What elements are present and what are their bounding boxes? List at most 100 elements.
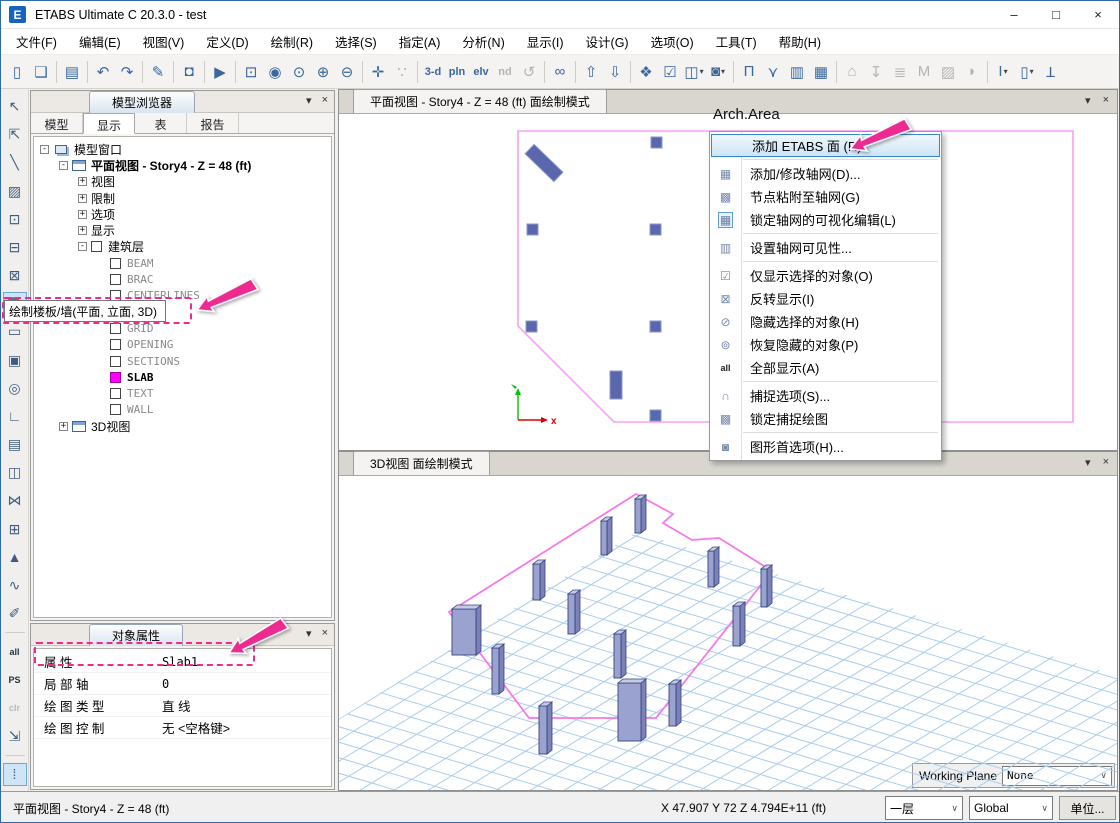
checkbox[interactable] bbox=[91, 241, 102, 252]
3d-column[interactable] bbox=[733, 602, 745, 646]
quick-draw-circle-button[interactable]: ◎ bbox=[3, 377, 27, 400]
units-button[interactable]: 单位... bbox=[1059, 796, 1116, 820]
tab-tables[interactable]: 表 bbox=[135, 113, 187, 133]
tab-reports[interactable]: 报告 bbox=[187, 113, 239, 133]
move-up-story-button[interactable]: ⇧ bbox=[579, 59, 603, 84]
menu-item-tools[interactable]: 工具(T) bbox=[705, 28, 768, 55]
lock-model-button[interactable]: ◘ bbox=[177, 59, 201, 84]
perspective-toggle-button[interactable]: ∞ bbox=[548, 59, 572, 84]
pan-view-button[interactable]: ✛ bbox=[366, 59, 390, 84]
coordinate-system-combo[interactable]: Global ∨ bbox=[969, 796, 1053, 820]
tree-item-model-window[interactable]: -模型窗口 bbox=[34, 141, 331, 157]
draw-link-button[interactable]: ⋈ bbox=[3, 489, 27, 512]
quick-draw-walls-button[interactable]: ▤ bbox=[3, 433, 27, 456]
menu-item-options[interactable]: 选项(O) bbox=[640, 28, 705, 55]
zoom-out-button[interactable]: ⊖ bbox=[335, 59, 359, 84]
tree-item-view-3d[interactable]: +3D视图 bbox=[34, 418, 331, 434]
tab-display[interactable]: 显示 bbox=[83, 113, 135, 134]
panel-close-button[interactable]: × bbox=[322, 94, 328, 107]
3d-column[interactable] bbox=[761, 565, 772, 607]
checkbox[interactable] bbox=[110, 274, 121, 285]
draw-window-grid-button[interactable]: ⊞ bbox=[3, 517, 27, 540]
3d-column[interactable] bbox=[452, 605, 481, 655]
menu-item-view[interactable]: 视图(V) bbox=[132, 28, 196, 55]
draw-wall-plan-button[interactable]: ∟ bbox=[3, 405, 27, 428]
menu-item-define[interactable]: 定义(D) bbox=[195, 28, 259, 55]
tree-item-layer-opening[interactable]: OPENING bbox=[34, 337, 331, 353]
draw-ramp-button[interactable]: ▲ bbox=[3, 546, 27, 569]
draw-frame-objects-button[interactable]: Π bbox=[737, 59, 761, 84]
expander-icon[interactable]: + bbox=[78, 226, 87, 235]
extruded-view-areas-button[interactable]: ▦ bbox=[809, 59, 833, 84]
redo-button[interactable]: ↷ bbox=[115, 59, 139, 84]
tree-item-views[interactable]: +视图 bbox=[34, 174, 331, 190]
tree-item-layer-sections[interactable]: SECTIONS bbox=[34, 353, 331, 369]
object-display-options-button[interactable]: ◙▾ bbox=[706, 59, 730, 84]
wall-properties-button[interactable]: ▯▾ bbox=[1015, 59, 1039, 84]
run-analysis-button[interactable]: ▶ bbox=[208, 59, 232, 84]
expander-icon[interactable]: + bbox=[78, 177, 87, 186]
snap-to-joints-button[interactable]: ⁞ bbox=[3, 763, 27, 786]
quick-draw-columns-button[interactable]: ⊡ bbox=[3, 208, 27, 231]
property-row-local-axis[interactable]: 局 部 轴0 bbox=[34, 673, 331, 695]
undo-button[interactable]: ↶ bbox=[91, 59, 115, 84]
quick-draw-frame-button[interactable]: ▨ bbox=[3, 179, 27, 202]
context-menu-item-invert-display[interactable]: ⊠反转显示(I) bbox=[710, 287, 941, 310]
tree-item-display[interactable]: +显示 bbox=[34, 222, 331, 238]
select-all-button[interactable]: all bbox=[3, 640, 27, 663]
plan-column[interactable] bbox=[650, 410, 661, 421]
tree-item-layer-grid[interactable]: GRID bbox=[34, 320, 331, 336]
select-pointer-button[interactable]: ↖ bbox=[3, 95, 27, 118]
rubber-band-zoom-button[interactable]: ⊡ bbox=[239, 59, 263, 84]
maximize-button[interactable]: □ bbox=[1035, 1, 1077, 28]
context-menu-item-lock-snap-draw[interactable]: ▩锁定捕捉绘图 bbox=[710, 407, 941, 430]
expander-icon[interactable]: - bbox=[59, 161, 68, 170]
tendon-properties-button[interactable]: T bbox=[1039, 59, 1063, 84]
3d-column[interactable] bbox=[618, 679, 646, 741]
checkbox[interactable] bbox=[110, 372, 121, 383]
tree-item-layer-beam[interactable]: BEAM bbox=[34, 255, 331, 271]
3d-column[interactable] bbox=[614, 630, 626, 678]
quick-draw-areas-button[interactable]: ▣ bbox=[3, 348, 27, 371]
tree-item-options[interactable]: +选项 bbox=[34, 206, 331, 222]
tree-item-arch-layers[interactable]: -建筑层 bbox=[34, 239, 331, 255]
context-menu-item-add-etabs-area[interactable]: 添加 ETABS 面 (R) bbox=[711, 134, 940, 157]
expander-icon[interactable]: - bbox=[78, 242, 87, 251]
dropdown-arrow-icon[interactable]: ▾ bbox=[721, 67, 725, 76]
previous-zoom-button[interactable]: ⊙ bbox=[287, 59, 311, 84]
frame-properties-button[interactable]: I▾ bbox=[991, 59, 1015, 84]
object-shrink-toggle-button[interactable]: ❖ bbox=[634, 59, 658, 84]
snap-to-intersections-button[interactable]: ⋎ bbox=[761, 59, 785, 84]
context-menu-item-set-grid-visibility[interactable]: ▥设置轴网可见性... bbox=[710, 236, 941, 259]
zoom-in-button[interactable]: ⊕ bbox=[311, 59, 335, 84]
draw-door-button[interactable]: ◫ bbox=[3, 461, 27, 484]
plan-column[interactable] bbox=[651, 137, 662, 148]
context-menu-item-lock-grid-visual-edit[interactable]: ▦锁定轴网的可视化编辑(L) bbox=[710, 208, 941, 231]
3d-column[interactable] bbox=[533, 560, 545, 600]
context-menu-item-hide-selected[interactable]: ⊘隐藏选择的对象(H) bbox=[710, 310, 941, 333]
story-combo[interactable]: 一层 ∨ bbox=[885, 796, 963, 820]
reshape-objects-button[interactable]: ⇱ bbox=[3, 123, 27, 146]
context-menu-item-add-modify-grids[interactable]: ▦添加/修改轴网(D)... bbox=[710, 162, 941, 185]
menu-item-draw[interactable]: 绘制(R) bbox=[260, 28, 324, 55]
menu-item-assign[interactable]: 指定(A) bbox=[388, 28, 452, 55]
menu-item-help[interactable]: 帮助(H) bbox=[768, 28, 832, 55]
3d-column[interactable] bbox=[669, 680, 681, 726]
new-model-button[interactable]: ▯ bbox=[5, 59, 29, 84]
tree-item-layer-brac[interactable]: BRAC bbox=[34, 271, 331, 287]
draw-wave-button[interactable]: ∿ bbox=[3, 574, 27, 597]
check-model-button[interactable]: ☑ bbox=[658, 59, 682, 84]
3d-view-tab[interactable]: 3D视图 面绘制模式 bbox=[353, 451, 490, 475]
restore-full-view-button[interactable]: ◉ bbox=[263, 59, 287, 84]
checkbox[interactable] bbox=[110, 356, 121, 367]
plan-column[interactable] bbox=[527, 224, 538, 235]
window-menu-button[interactable]: ▾ bbox=[1085, 456, 1091, 469]
dropdown-arrow-icon[interactable]: ▾ bbox=[700, 67, 704, 76]
plan-column[interactable] bbox=[650, 321, 661, 332]
property-row-draw-control[interactable]: 绘 图 控 制无 <空格键> bbox=[34, 717, 331, 739]
set-view-options-button[interactable]: ◫▾ bbox=[682, 59, 706, 84]
tree-item-layer-wall[interactable]: WALL bbox=[34, 402, 331, 418]
checkbox[interactable] bbox=[110, 388, 121, 399]
draw-frame-line-button[interactable]: ╲ bbox=[3, 151, 27, 174]
3d-column[interactable] bbox=[708, 547, 719, 587]
